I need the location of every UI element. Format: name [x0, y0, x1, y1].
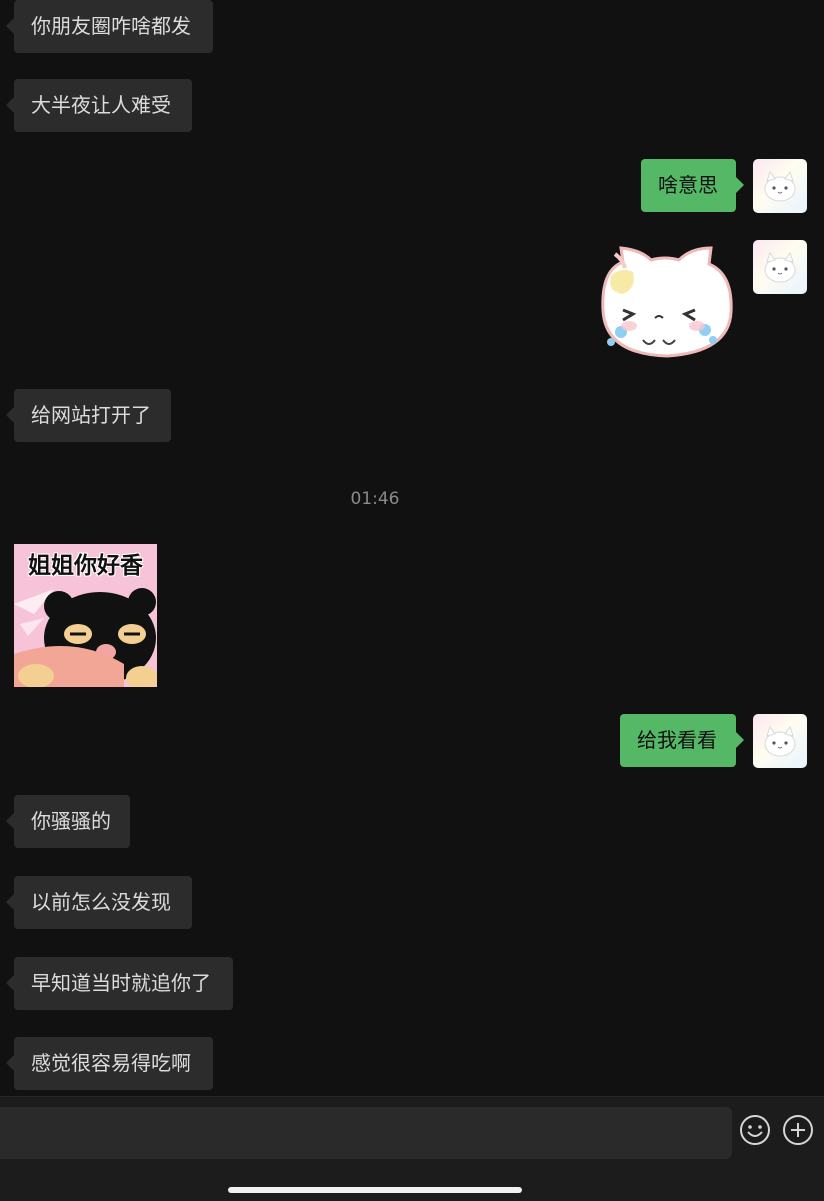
crying-cat-icon [601, 246, 733, 358]
more-button[interactable] [782, 1114, 814, 1146]
home-indicator[interactable] [228, 1187, 522, 1193]
emoji-button[interactable] [739, 1114, 771, 1146]
my-avatar[interactable] [753, 159, 807, 213]
incoming-message-bubble[interactable]: 早知道当时就追你了 [6, 957, 233, 1010]
incoming-message-bubble[interactable]: 给网站打开了 [6, 389, 171, 442]
plus-circle-icon [783, 1115, 813, 1145]
incoming-message-bubble[interactable]: 大半夜让人难受 [6, 79, 192, 132]
incoming-message-bubble[interactable]: 你骚骚的 [6, 795, 130, 848]
chat-message-list[interactable]: 你朋友圈咋啥都发 大半夜让人难受 啥意思 给网站打开了 01:46 姐姐你好香 … [0, 0, 824, 1100]
composer-bar [0, 1096, 824, 1201]
smile-face-icon [740, 1115, 770, 1145]
incoming-message-bubble[interactable]: 你朋友圈咋啥都发 [6, 0, 213, 53]
cat-avatar-icon [764, 251, 796, 283]
my-avatar[interactable] [753, 240, 807, 294]
message-input[interactable] [0, 1107, 732, 1159]
cat-avatar-icon [764, 170, 796, 202]
sticker-caption: 姐姐你好香 [28, 553, 143, 579]
incoming-message-bubble[interactable]: 感觉很容易得吃啊 [6, 1037, 213, 1090]
outgoing-message-bubble[interactable]: 啥意思 [641, 159, 744, 212]
outgoing-message-bubble[interactable]: 给我看看 [620, 714, 744, 767]
crying-cat-sticker[interactable] [593, 240, 738, 362]
timestamp-divider: 01:46 [350, 489, 400, 509]
my-avatar[interactable] [753, 714, 807, 768]
cat-avatar-icon [764, 725, 796, 757]
incoming-message-bubble[interactable]: 以前怎么没发现 [6, 876, 192, 929]
bear-sticker[interactable]: 姐姐你好香 [14, 544, 158, 690]
